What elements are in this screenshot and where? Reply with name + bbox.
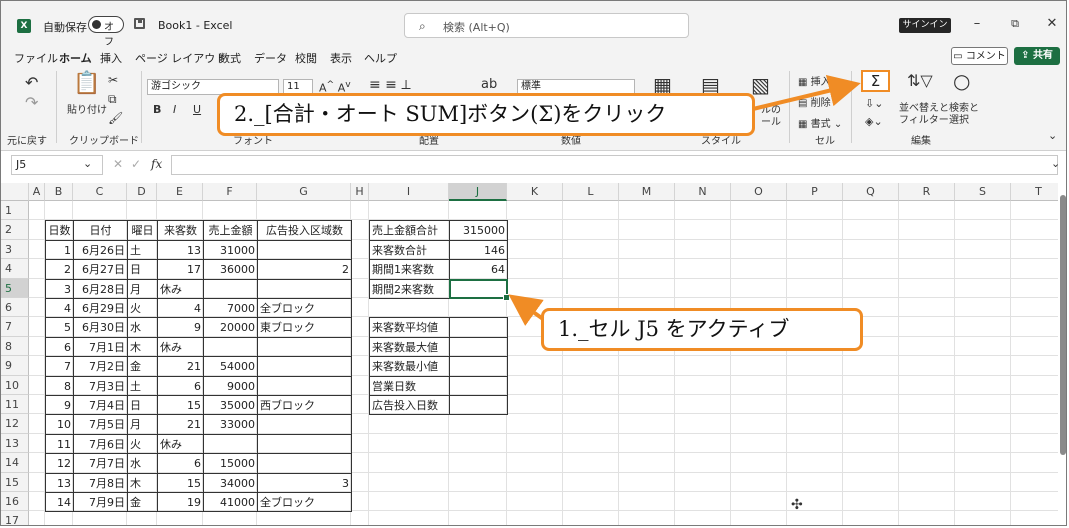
cursor-cross-icon: ✣ (791, 497, 803, 513)
arrow-to-j5 (508, 294, 545, 326)
excel-window: X 自動保存 オフ Book1 - Excel ⌕ 検索 (Alt+Q) サイン… (0, 0, 1067, 526)
arrow-to-autosum (752, 75, 861, 111)
callout-arrows (508, 75, 861, 326)
